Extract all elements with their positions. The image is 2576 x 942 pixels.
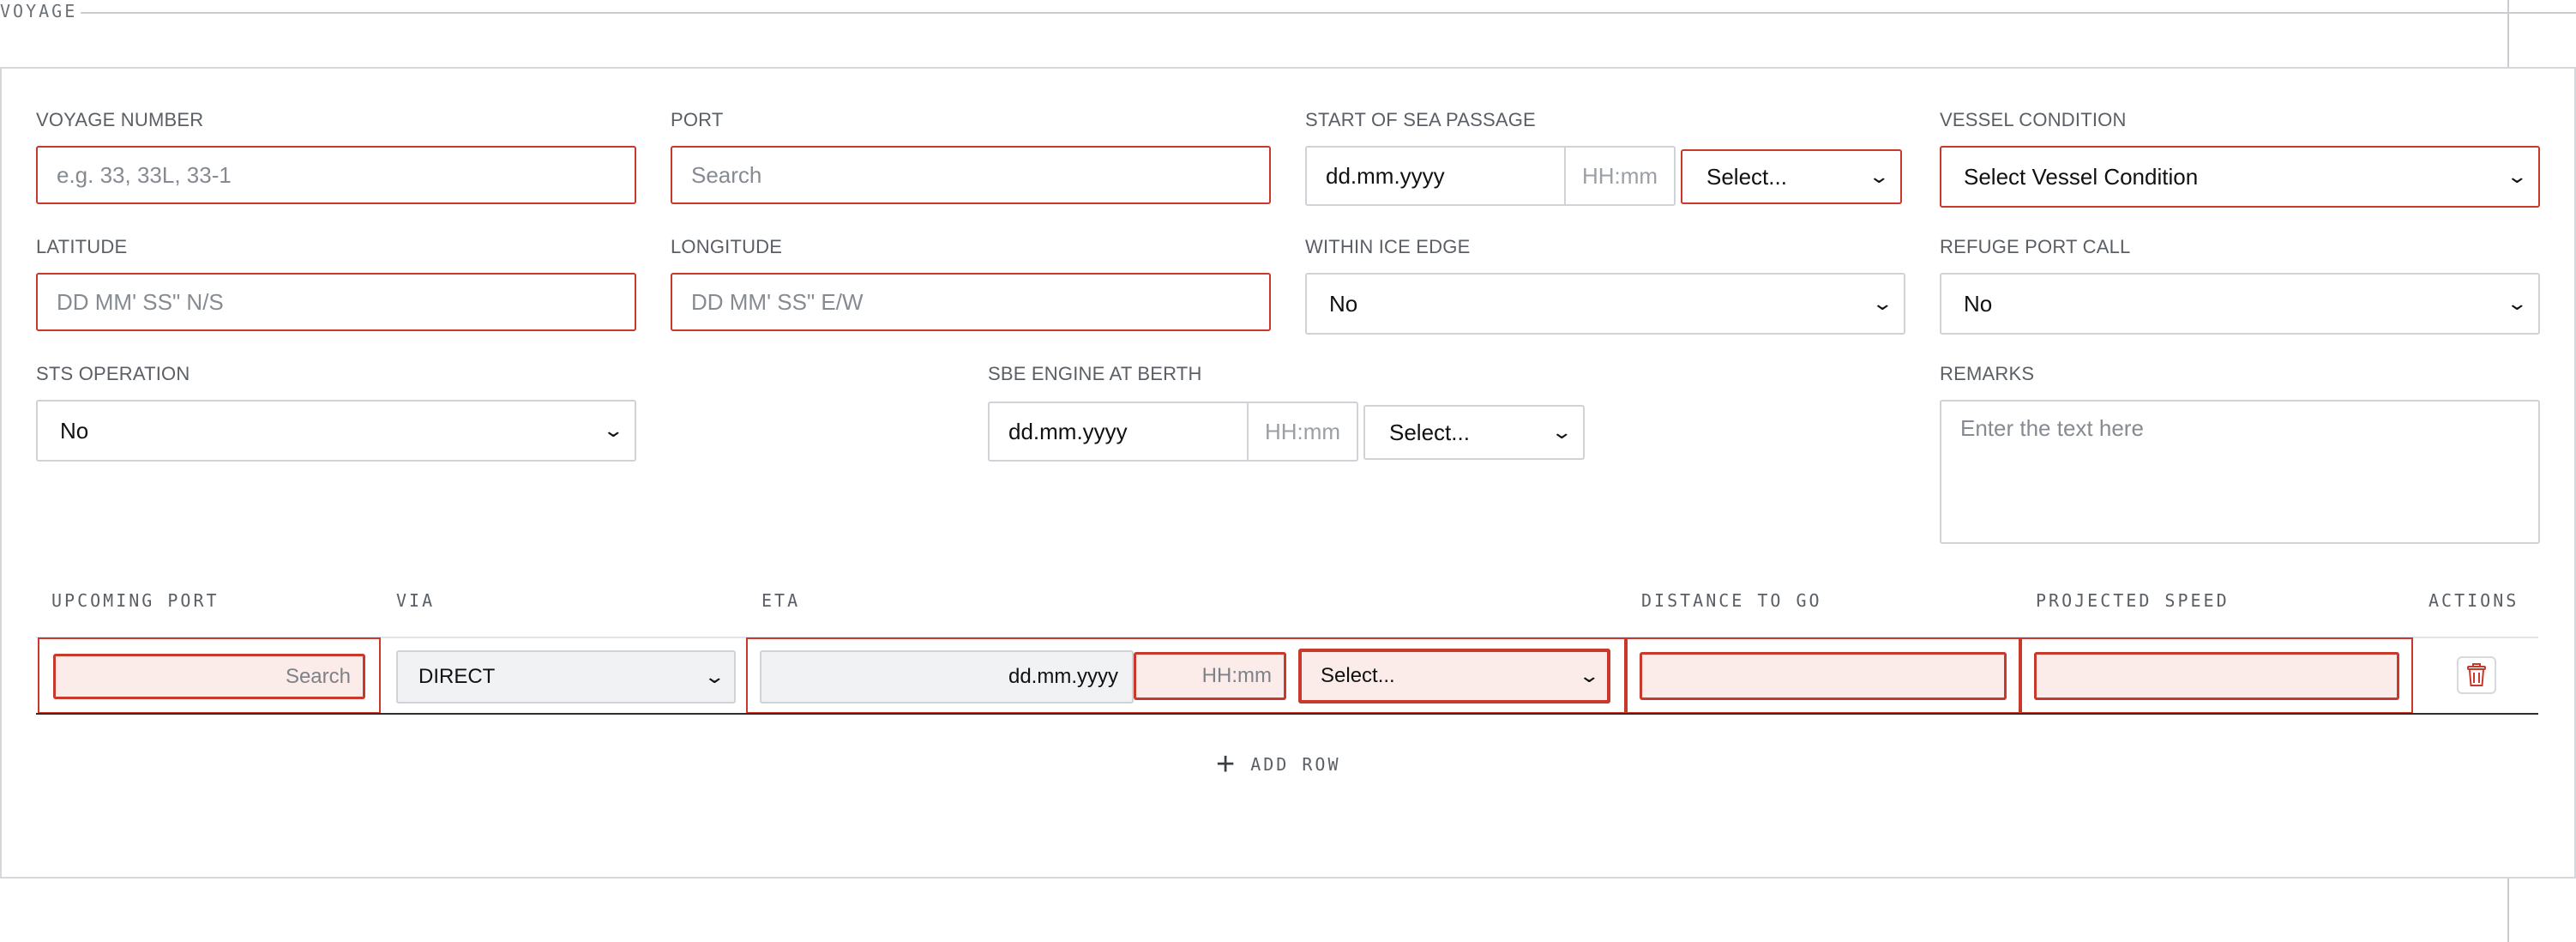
- port-search-input[interactable]: Search: [671, 146, 1271, 204]
- voyage-number-input[interactable]: e.g. 33, 33L, 33-1: [36, 146, 636, 204]
- chevron-down-icon: ⌄: [702, 666, 725, 687]
- upcoming-port-search-input[interactable]: Search: [53, 654, 365, 699]
- distance-to-go-input[interactable]: [1640, 652, 2007, 700]
- sbe-date-input[interactable]: dd.mm.yyyy: [990, 403, 1249, 460]
- chevron-down-icon: ⌄: [1867, 166, 1890, 187]
- sbe-time-input[interactable]: HH:mm: [1249, 403, 1357, 460]
- edge-divider-bottom: [2507, 879, 2509, 942]
- refuge-port-call-value: No: [1964, 290, 1993, 317]
- port-label: PORT: [671, 109, 724, 130]
- col-header-upcoming-port: UPCOMING PORT: [51, 590, 220, 611]
- eta-time-input[interactable]: HH:mm: [1134, 652, 1286, 700]
- latitude-input[interactable]: DD MM' SS" N/S: [36, 273, 636, 331]
- chevron-down-icon: ⌄: [1577, 665, 1600, 686]
- via-select[interactable]: DIRECT ⌄: [396, 650, 736, 703]
- start-time-input[interactable]: HH:mm: [1566, 148, 1674, 204]
- remarks-label: REMARKS: [1940, 363, 2035, 384]
- longitude-label: LONGITUDE: [671, 236, 783, 257]
- vessel-condition-select[interactable]: Select Vessel Condition ⌄: [1940, 146, 2540, 208]
- latitude-label: LATITUDE: [36, 236, 128, 257]
- section-legend: VOYAGE: [0, 0, 87, 22]
- vessel-condition-value: Select Vessel Condition: [1964, 163, 2199, 190]
- eta-timezone-value: Select...: [1321, 664, 1395, 687]
- col-header-via: VIA: [396, 590, 436, 611]
- remarks-textarea[interactable]: Enter the text here: [1940, 400, 2540, 544]
- add-row-label: ADD ROW: [1250, 754, 1341, 775]
- sbe-engine-datetime: dd.mm.yyyy HH:mm: [988, 402, 1358, 462]
- trash-icon: [2467, 663, 2486, 686]
- col-header-actions: ACTIONS: [2429, 590, 2519, 611]
- sts-operation-select[interactable]: No ⌄: [36, 400, 636, 462]
- add-row-button[interactable]: + ADD ROW: [1216, 746, 1341, 782]
- sts-operation-value: No: [60, 417, 89, 444]
- sts-operation-label: STS OPERATION: [36, 363, 190, 384]
- within-ice-edge-label: WITHIN ICE EDGE: [1305, 236, 1471, 257]
- plus-icon: +: [1216, 746, 1236, 782]
- within-ice-edge-select[interactable]: No ⌄: [1305, 273, 1905, 335]
- refuge-port-call-select[interactable]: No ⌄: [1940, 273, 2540, 335]
- sbe-timezone-value: Select...: [1389, 419, 1470, 445]
- voyage-number-label: VOYAGE NUMBER: [36, 109, 204, 130]
- table-row-bottom-border: [36, 713, 2538, 715]
- vessel-condition-label: VESSEL CONDITION: [1940, 109, 2127, 130]
- sbe-engine-label: SBE ENGINE AT BERTH: [988, 363, 1202, 384]
- refuge-port-call-label: REFUGE PORT CALL: [1940, 236, 2131, 257]
- start-of-sea-passage-datetime: dd.mm.yyyy HH:mm: [1305, 146, 1676, 206]
- eta-date-input[interactable]: dd.mm.yyyy: [760, 650, 1134, 703]
- col-header-distance-to-go: DISTANCE TO GO: [1641, 590, 1822, 611]
- col-header-eta: ETA: [761, 590, 801, 611]
- longitude-input[interactable]: DD MM' SS" E/W: [671, 273, 1271, 331]
- legend-divider: [81, 12, 2576, 14]
- chevron-down-icon: ⌄: [1870, 293, 1893, 314]
- via-value: DIRECT: [418, 665, 496, 688]
- sbe-timezone-select[interactable]: Select... ⌄: [1363, 405, 1585, 460]
- delete-row-button[interactable]: [2457, 656, 2496, 694]
- chevron-down-icon: ⌄: [601, 420, 624, 441]
- edge-divider-top: [2507, 0, 2509, 69]
- projected-speed-input[interactable]: [2034, 652, 2399, 700]
- chevron-down-icon: ⌄: [2505, 293, 2528, 314]
- start-of-sea-passage-label: START OF SEA PASSAGE: [1305, 109, 1536, 130]
- start-timezone-select[interactable]: Select... ⌄: [1681, 149, 1902, 204]
- col-header-projected-speed: PROJECTED SPEED: [2036, 590, 2230, 611]
- eta-timezone-select[interactable]: Select... ⌄: [1298, 649, 1610, 703]
- within-ice-edge-value: No: [1329, 290, 1358, 317]
- chevron-down-icon: ⌄: [1550, 421, 1573, 443]
- start-timezone-value: Select...: [1706, 163, 1787, 190]
- chevron-down-icon: ⌄: [2505, 166, 2528, 187]
- start-date-input[interactable]: dd.mm.yyyy: [1307, 148, 1566, 204]
